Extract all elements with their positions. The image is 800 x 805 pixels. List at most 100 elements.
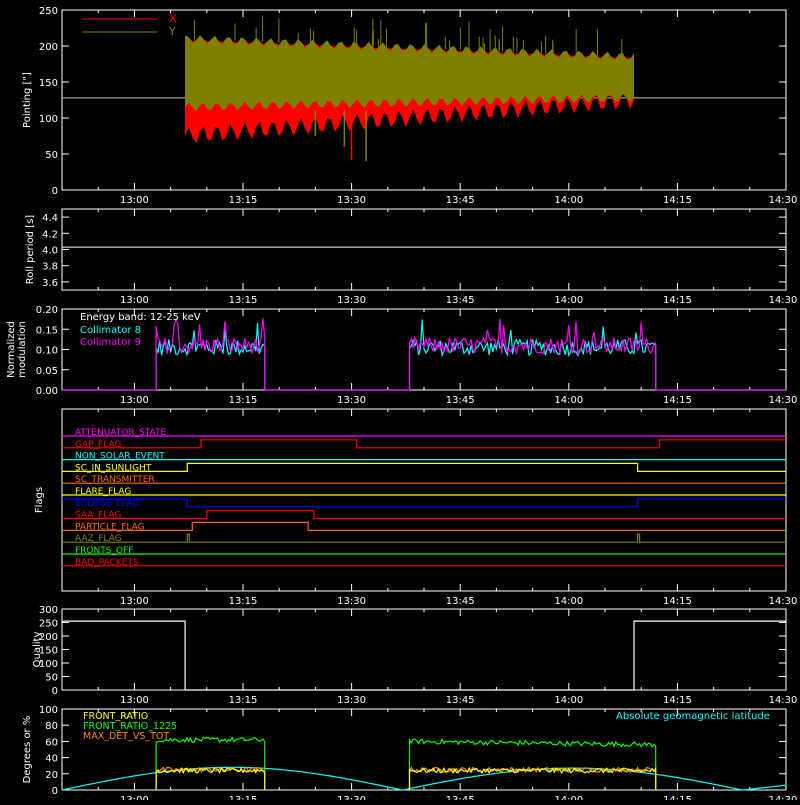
ratios-xtick-label: 14:00	[554, 795, 583, 800]
ratios-legend-label: MAX_DET_VS_TOT	[83, 731, 169, 742]
flag-label-non_solar_event: NON_SOLAR_EVENT	[75, 452, 165, 462]
flags-xtick-label: 14:30	[769, 596, 798, 607]
pointing-legend-label-y: Y	[168, 25, 176, 38]
modulation-legend-label: Collimator 8	[80, 325, 141, 336]
chart-figure: 13:00 13:15 13:30 13:45 14:00 14:15 14:30 0 50 10…	[6, 6, 798, 805]
modulation-xtick-label: 14:15	[663, 395, 692, 406]
roll-xtick-label: 13:15	[229, 295, 258, 306]
modulation-series-1	[62, 318, 786, 391]
quality-xtick-label: 13:30	[337, 695, 366, 706]
flag-label-aaz_flag: AAZ_FLAG	[75, 534, 122, 544]
quality-ytick-label: 300	[39, 605, 58, 616]
pointing-ytick-label: 200	[39, 42, 58, 53]
quality-ytick-label: 0	[52, 686, 58, 697]
quality-ytick-label: 50	[45, 673, 58, 684]
pointing-xtick-label: 13:15	[229, 195, 258, 206]
flag-label-particle_flag: PARTICLE_FLAG	[75, 522, 145, 532]
pointing-plot: XY	[62, 12, 786, 162]
quality-xtick-label: 13:00	[120, 695, 149, 706]
flag-line-eclipse_flag	[62, 498, 786, 508]
flag-label-gap_flag: GAP_FLAG	[75, 440, 121, 450]
modulation-ytick-label: 0.05	[36, 366, 58, 377]
ratios-ylabel: Degrees or %	[22, 716, 33, 784]
flag-label-bad_packets: BAD_PACKETS	[75, 558, 139, 568]
ratios-xtick-label: 13:30	[337, 795, 366, 800]
roll-ytick-label: 4.4	[42, 213, 58, 224]
ratios-ytick-label: 80	[45, 721, 58, 732]
roll-xtick-label: 13:30	[337, 295, 366, 306]
pointing-ytick-label: 250	[39, 6, 58, 17]
ratios-series-front_ratio	[155, 766, 266, 790]
modulation-ytick-label: 0.10	[36, 346, 58, 357]
flag-label-flare_flag: FLARE_FLAG	[75, 487, 131, 497]
ratios-plot: FRONT_RATIOFRONT_RATIO_1225MAX_DET_VS_TO…	[61, 711, 787, 791]
pointing-ytick-label: 100	[39, 114, 58, 125]
flags-xtick-label: 13:30	[337, 596, 366, 607]
flag-line-aaz_flag	[62, 533, 786, 543]
roll-frame	[61, 208, 787, 291]
pointing-xtick-label: 14:00	[554, 195, 583, 206]
ratios-xtick-label: 13:15	[229, 795, 258, 800]
modulation-xtick-label: 14:30	[769, 395, 798, 406]
roll-ytick-label: 3.8	[42, 262, 58, 273]
roll-xtick-label: 14:15	[663, 295, 692, 306]
figure: 13:00 13:15 13:30 13:45 14:00 14:15 14:30 0 50 10…	[0, 0, 800, 805]
quality-xtick-label: 13:15	[229, 695, 258, 706]
pointing-xtick-label: 14:15	[663, 195, 692, 206]
pointing-ytick-label: 150	[39, 78, 58, 89]
flag-label-fronts_off: FRONTS_OFF	[75, 546, 133, 556]
flag-label-eclipse_flag: ECLIPSE_FLAG	[75, 499, 139, 509]
pointing-ytick-label: 0	[52, 186, 58, 197]
roll-ytick-label: 3.6	[42, 278, 58, 289]
flags-xtick-label: 13:45	[446, 596, 475, 607]
modulation-xtick-label: 13:00	[120, 395, 149, 406]
ratios-ytick-label: 20	[45, 770, 58, 781]
ratios-xtick-label: 13:00	[120, 795, 149, 800]
roll-axes: 13:00 13:15 13:30 13:45 14:00 14:15 14:30 3.6 3.…	[25, 208, 798, 306]
pointing-legend-label-x: X	[169, 12, 177, 25]
ratios-xtick-label: 13:45	[446, 795, 475, 800]
quality-ytick-label: 250	[39, 619, 58, 630]
pointing-xtick-label: 13:45	[446, 195, 475, 206]
modulation-legend-label: Collimator 9	[80, 337, 141, 348]
flags-xtick-label: 14:15	[663, 596, 692, 607]
flags-plot: ATTENUATOR_STATEGAP_FLAGNON_SOLAR_EVENTS…	[62, 428, 786, 568]
roll-xtick-label: 14:30	[769, 295, 798, 306]
flag-line-particle_flag	[62, 521, 786, 532]
ratios-ytick-label: 60	[45, 737, 58, 748]
pointing-xtick-label: 13:30	[337, 195, 366, 206]
modulation-ytick-label: 0.20	[36, 305, 58, 316]
flag-line-gap_flag	[62, 439, 786, 449]
pointing-ylabel: Pointing ["]	[22, 72, 33, 128]
roll-xtick-label: 13:00	[120, 295, 149, 306]
quality-xtick-label: 13:45	[446, 695, 475, 706]
flags-ylabel: Flags	[34, 487, 45, 513]
modulation-ytick-label: 0.15	[36, 325, 58, 336]
quality-xtick-label: 14:00	[554, 695, 583, 706]
ratios-series-front_ratio_1225	[155, 736, 266, 790]
ratios-legend-label-latitude: Absolute geomagnetic latitude	[616, 711, 770, 722]
flags-axes: 13:00 13:15 13:30 13:45 14:00 14:15 14:30 Flags	[34, 408, 798, 607]
ratios-xtick-label: 14:15	[663, 795, 692, 800]
quality-xtick-label: 14:15	[663, 695, 692, 706]
roll-ytick-label: 4.0	[42, 246, 58, 257]
ratios-ytick-label: 100	[39, 705, 58, 716]
ratios-ytick-label: 0	[52, 786, 58, 797]
flag-line-sc_in_sunlight	[62, 462, 786, 472]
modulation-ylabel: modulation	[17, 321, 28, 378]
modulation-xtick-label: 14:00	[554, 395, 583, 406]
flag-label-sc_transmitter: SC_TRANSMITTER	[75, 475, 155, 485]
ratios-xtick-label: 14:30	[769, 795, 798, 800]
quality-series-line	[62, 620, 786, 691]
roll-ylabel: Roll period [s]	[25, 215, 36, 284]
pointing-xtick-label: 14:30	[769, 195, 798, 206]
modulation-series-0	[62, 319, 786, 391]
pointing-ytick-label: 50	[45, 150, 58, 161]
modulation-xtick-label: 13:30	[337, 395, 366, 406]
flags-xtick-label: 14:00	[554, 596, 583, 607]
flags-xtick-label: 13:15	[229, 596, 258, 607]
ratios-ytick-label: 40	[45, 754, 58, 765]
quality-xtick-label: 14:30	[769, 695, 798, 706]
modulation-plot: Energy band: 12-25 keV Collimator 8Collim…	[62, 312, 786, 391]
pointing-xtick-label: 13:00	[120, 195, 149, 206]
